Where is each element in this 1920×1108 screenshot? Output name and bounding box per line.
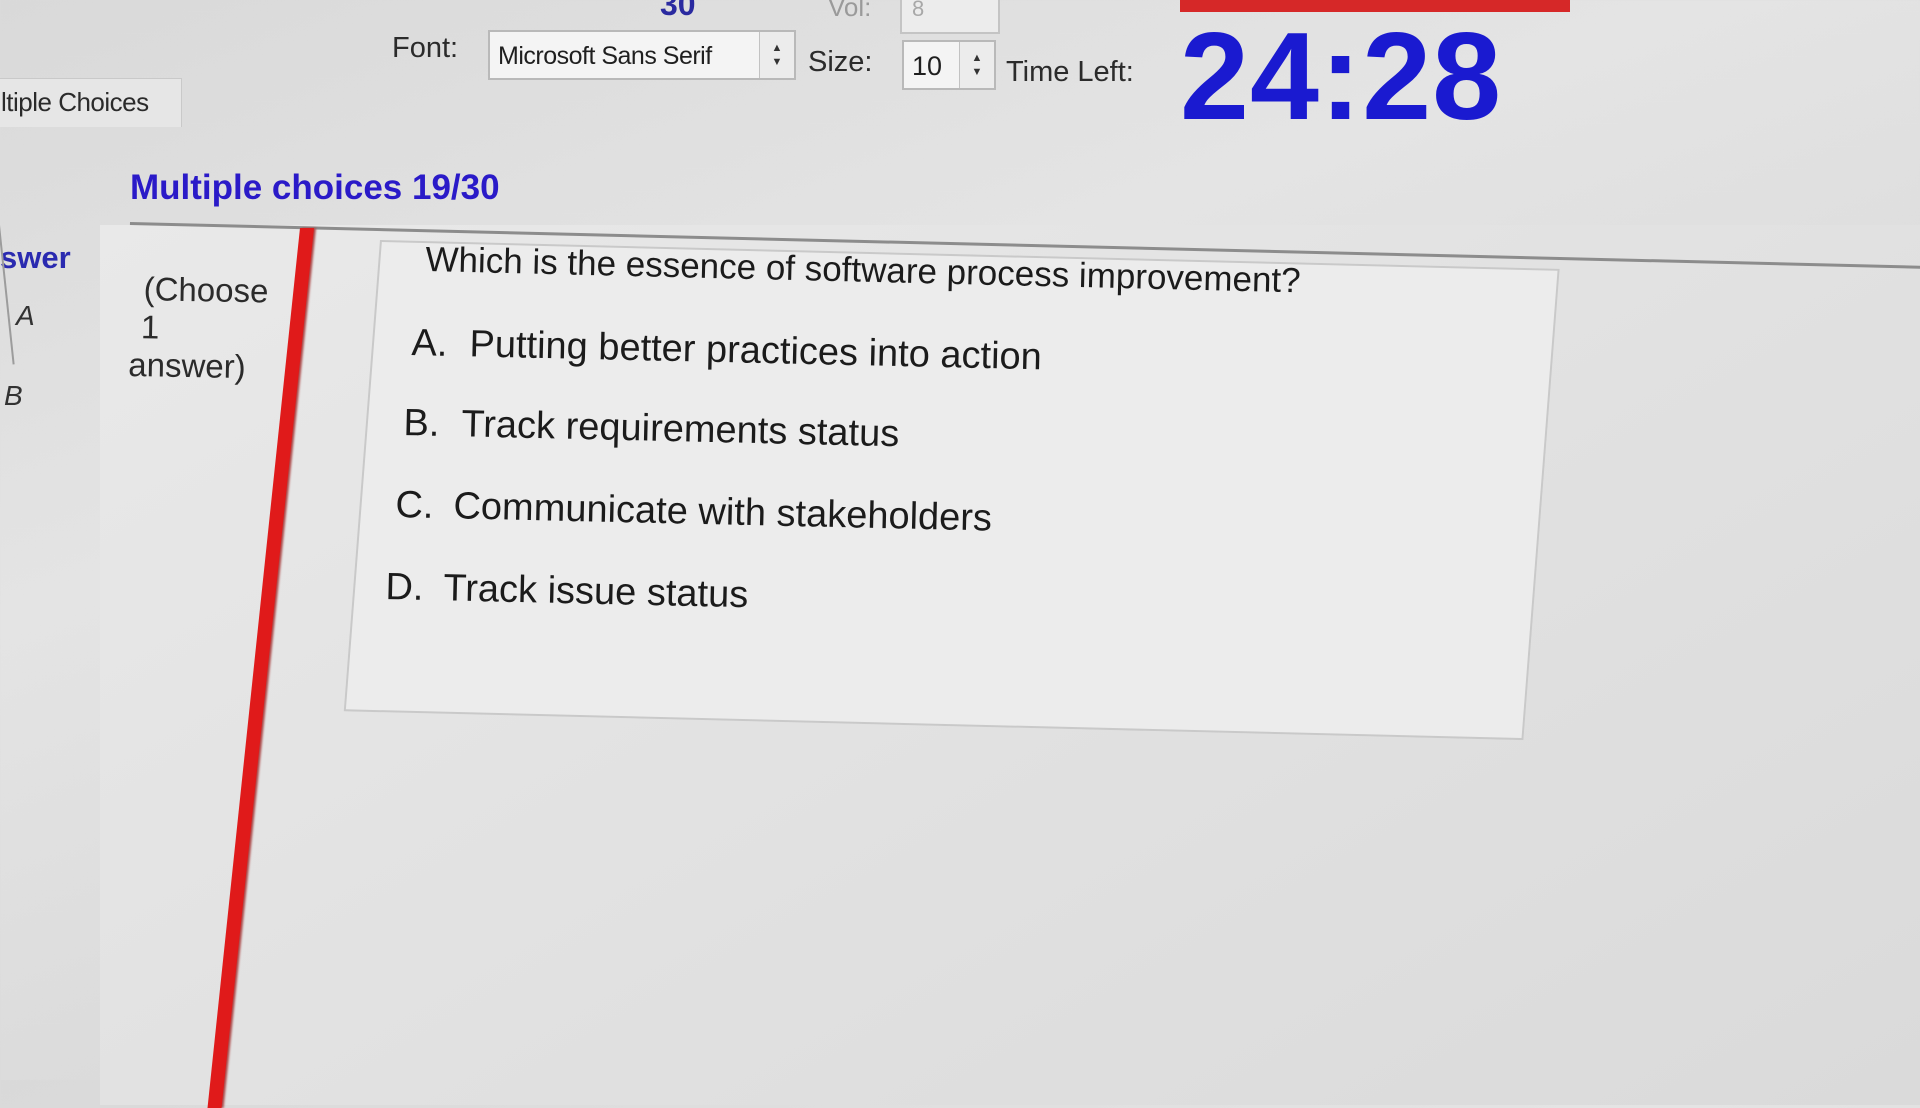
answer-row-b[interactable]: B [4, 380, 23, 412]
countdown-timer: 24:28 [1180, 8, 1503, 146]
option-text: Track requirements status [461, 403, 900, 456]
answer-sheet-column: swer A B [0, 230, 110, 1080]
spin-up-icon[interactable]: ▲ [772, 41, 783, 55]
toolbar: 30 Vol: 8 Font: Microsoft Sans Serif ▲ ▼… [0, 0, 1920, 146]
spin-down-icon[interactable]: ▼ [972, 65, 983, 79]
volume-label: Vol: [828, 0, 872, 22]
font-label: Font: [392, 32, 459, 64]
option-letter: D. [385, 566, 424, 609]
volume-value: 8 [912, 0, 925, 21]
option-d[interactable]: D. Track issue status [385, 566, 749, 617]
time-left-label: Time Left: [1006, 56, 1134, 88]
answer-row-a[interactable]: A [16, 300, 35, 332]
instruction-line: (Choose [143, 270, 269, 310]
tab-label: ltiple Choices [1, 87, 149, 117]
spin-down-icon[interactable]: ▼ [772, 55, 783, 69]
volume-stepper[interactable]: 8 [900, 0, 1000, 34]
option-text: Track issue status [443, 567, 749, 617]
option-letter: C. [395, 484, 434, 527]
font-select[interactable]: Microsoft Sans Serif ▲ ▼ [488, 30, 796, 80]
instruction-line: 1 [140, 308, 160, 346]
instruction-line: answer) [128, 345, 247, 386]
font-spinner[interactable]: ▲ ▼ [759, 32, 794, 78]
section-heading: Multiple choices 19/30 [130, 168, 500, 207]
size-stepper[interactable]: 10 ▲ ▼ [902, 40, 996, 90]
instruction-text: (Choose 1 answer) [128, 270, 269, 386]
size-label: Size: [808, 46, 873, 78]
size-spinner[interactable]: ▲ ▼ [959, 42, 994, 88]
tab-multiple-choices[interactable]: ltiple Choices [0, 78, 182, 127]
option-letter: B. [403, 402, 440, 445]
spin-up-icon[interactable]: ▲ [972, 51, 983, 65]
size-value: 10 [912, 51, 943, 81]
option-letter: A. [411, 322, 448, 365]
answer-column-header: swer [0, 240, 71, 275]
font-select-value: Microsoft Sans Serif [498, 42, 712, 70]
total-marks-value: 30 [660, 0, 696, 22]
